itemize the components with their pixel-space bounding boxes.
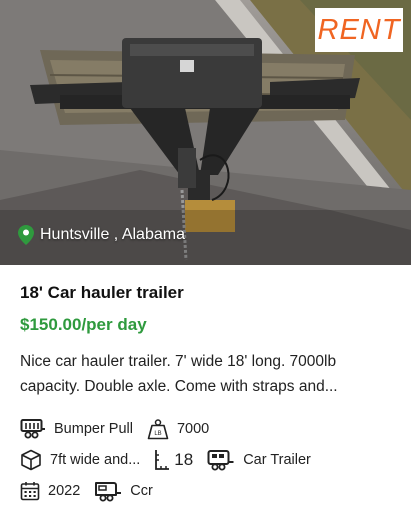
listing-price: $150.00/per day — [20, 315, 147, 334]
map-pin-icon — [18, 225, 34, 245]
calendar-icon — [20, 481, 40, 500]
spec-brand-value: Ccr — [130, 482, 153, 499]
spec-year-value: 2022 — [48, 482, 81, 499]
weight-lb-icon: LB — [147, 418, 169, 439]
svg-text:LB: LB — [154, 431, 161, 437]
spec-row: 2022 Ccr — [20, 475, 400, 506]
listing-title[interactable]: 18' Car hauler trailer — [20, 283, 184, 303]
spec-dimensions: 7ft wide and... — [20, 449, 140, 471]
rent-badge: RENT — [315, 8, 403, 52]
spec-type: Car Trailer — [207, 449, 311, 471]
spec-length-value: 18 — [174, 449, 194, 469]
trailer-icon — [95, 481, 122, 501]
cube-icon — [21, 449, 41, 470]
car-trailer-icon — [207, 449, 234, 470]
spec-list: Bumper Pull LB 7000 7ft wide and... 18 C… — [20, 413, 400, 506]
trailer-hitch-icon — [20, 418, 45, 438]
listing-description: Nice car hauler trailer. 7' wide 18' lon… — [20, 353, 338, 395]
spec-row: 7ft wide and... 18 Car Trailer — [20, 444, 400, 475]
spec-year: 2022 — [20, 481, 80, 501]
spec-length: 18 — [154, 449, 193, 471]
spec-capacity: LB 7000 — [147, 418, 209, 440]
spec-type-value: Car Trailer — [243, 451, 311, 468]
location-text: Huntsville , Alabama — [40, 226, 185, 243]
spec-hitch-value: Bumper Pull — [54, 420, 133, 437]
spec-dimensions-value: 7ft wide and... — [50, 451, 141, 468]
spec-brand: Ccr — [94, 480, 153, 502]
listing-photo[interactable]: RENT Huntsville , Alabama — [0, 0, 411, 265]
length-ruler-icon — [155, 449, 170, 470]
spec-row: Bumper Pull LB 7000 — [20, 413, 400, 444]
listing-card[interactable]: RENT Huntsville , Alabama 18' Car hauler… — [0, 0, 411, 518]
location: Huntsville , Alabama — [18, 225, 185, 245]
spec-capacity-value: 7000 — [176, 420, 210, 437]
spec-hitch: Bumper Pull — [20, 418, 133, 440]
